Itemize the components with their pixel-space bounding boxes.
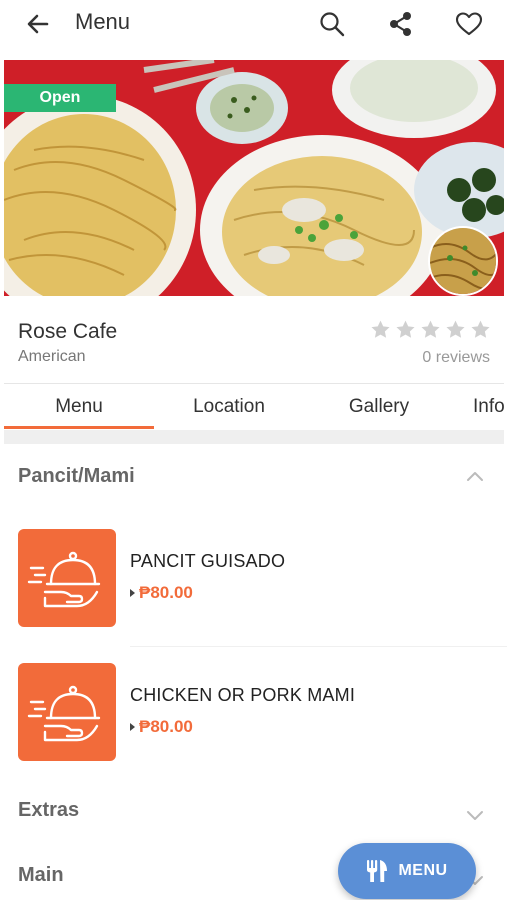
section-title: Extras <box>18 799 80 821</box>
open-status-badge: Open <box>4 84 116 112</box>
active-tab-indicator <box>4 426 154 429</box>
search-icon <box>320 12 345 37</box>
fab-label: MENU <box>398 862 448 879</box>
search-button[interactable] <box>315 7 349 41</box>
star-icon <box>446 320 465 338</box>
restaurant-cuisine: American <box>18 348 86 365</box>
menu-item-price: ₱80.00 <box>139 583 193 602</box>
share-icon <box>390 12 411 36</box>
chevron-up-icon <box>467 472 483 481</box>
restaurant-name: Rose Cafe <box>18 320 118 343</box>
menu-fab-button[interactable]: MENU <box>338 843 476 899</box>
menu-item[interactable]: PANCIT GUISADO ₱80.00 <box>0 529 507 639</box>
restaurant-avatar[interactable] <box>428 226 498 296</box>
tab-bar: Menu Location Gallery Info <box>0 384 507 430</box>
menu-item-image <box>18 529 116 627</box>
item-divider <box>130 646 507 647</box>
favorite-button[interactable] <box>452 7 486 41</box>
fork-knife-icon <box>367 860 388 882</box>
star-icon <box>471 320 490 338</box>
menu-item[interactable]: CHICKEN OR PORK MAMI ₱80.00 <box>0 663 507 773</box>
star-icon <box>421 320 440 338</box>
section-header-extras[interactable]: Extras <box>0 791 507 831</box>
menu-item-image <box>18 663 116 761</box>
back-button[interactable] <box>22 8 54 40</box>
menu-item-name: PANCIT GUISADO <box>130 551 286 571</box>
menu-item-name: CHICKEN OR PORK MAMI <box>130 685 356 705</box>
tab-info[interactable]: Info <box>454 384 507 430</box>
restaurant-info: Rose Cafe American 0 reviews <box>0 300 507 382</box>
section-header-pancit-mami[interactable]: Pancit/Mami <box>0 457 507 497</box>
app-bar: Menu <box>0 0 507 48</box>
star-icon <box>371 320 390 338</box>
tab-location[interactable]: Location <box>154 384 304 430</box>
menu-item-price: ₱80.00 <box>139 717 193 736</box>
chevron-down-icon <box>467 811 483 820</box>
section-spacer <box>4 430 504 444</box>
food-cloche-icon <box>27 685 101 742</box>
back-arrow-icon <box>27 14 49 34</box>
reviews-count[interactable]: 0 reviews <box>422 349 490 367</box>
play-triangle-icon <box>130 589 135 597</box>
section-title: Pancit/Mami <box>18 465 135 487</box>
tab-menu[interactable]: Menu <box>4 384 154 430</box>
page-title: Menu <box>75 9 131 34</box>
play-triangle-icon <box>130 723 135 731</box>
share-button[interactable] <box>384 7 418 41</box>
section-title: Main <box>18 864 64 886</box>
rating-stars[interactable] <box>370 319 491 340</box>
heart-icon <box>455 12 483 36</box>
star-icon <box>396 320 415 338</box>
restaurant-cover-photo: Open <box>4 60 504 296</box>
food-cloche-icon <box>27 551 101 608</box>
tab-gallery[interactable]: Gallery <box>304 384 454 430</box>
